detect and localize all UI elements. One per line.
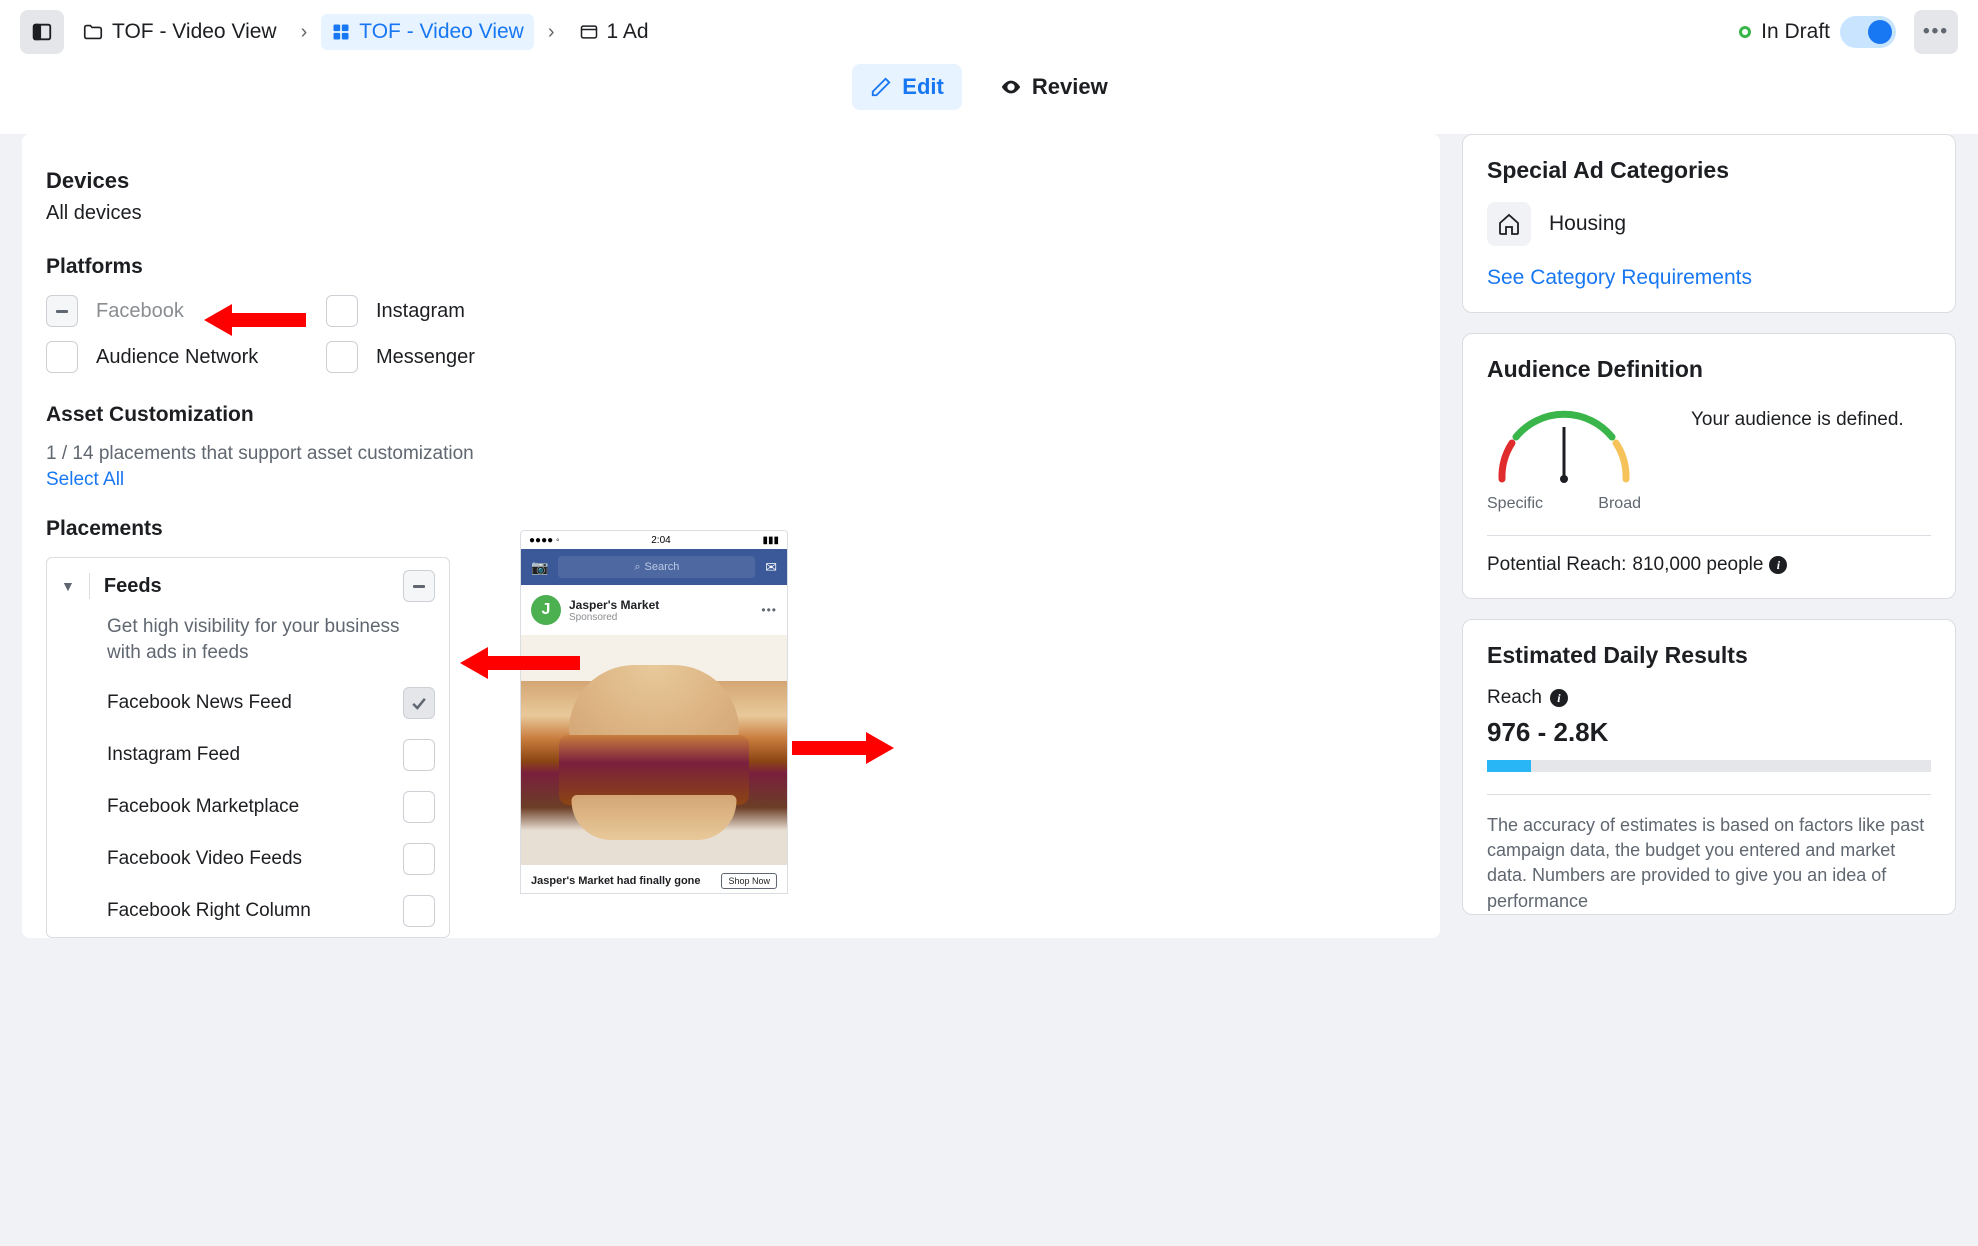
publish-toggle[interactable] [1840,16,1896,48]
grid-icon [331,22,351,42]
special-categories-card: Special Ad Categories Housing See Catego… [1462,134,1956,313]
tab-edit[interactable]: Edit [852,64,962,110]
preview-more-icon: ••• [761,603,777,617]
eye-icon [1000,76,1022,98]
status-dot-icon [1739,26,1751,38]
breadcrumb: TOF - Video View › TOF - Video View › 1 … [20,10,1958,54]
category-requirements-link[interactable]: See Category Requirements [1487,266,1752,289]
results-title: Estimated Daily Results [1487,642,1931,669]
asset-desc: 1 / 14 placements that support asset cus… [46,443,1416,465]
checkbox-facebook[interactable] [46,295,78,327]
placements-box: ▼ Feeds Get high visibility for your bus… [46,557,450,938]
breadcrumb-adset-label: TOF - Video View [359,20,524,44]
caret-down-icon[interactable]: ▼ [61,578,75,594]
annotation-arrow [792,732,894,764]
reach-label: Reach [1487,687,1542,709]
checkbox-instagram[interactable] [326,295,358,327]
preview-page-name: Jasper's Market [569,598,753,612]
placement-fb-news-feed-label: Facebook News Feed [107,692,389,714]
tab-edit-label: Edit [902,74,944,100]
camera-icon: 📷 [531,559,548,576]
audience-title: Audience Definition [1487,356,1931,383]
devices-value: All devices [46,202,1416,225]
audience-definition-card: Audience Definition Specific [1462,333,1956,599]
reach-progress-bar [1487,760,1931,772]
preview-avatar: J [531,595,561,625]
breadcrumb-adset[interactable]: TOF - Video View [321,14,534,50]
preview-cta-button: Shop Now [721,873,777,889]
folder-icon [82,21,104,43]
annotation-arrow [204,304,306,336]
checkbox-fb-video-feeds[interactable] [403,843,435,875]
breadcrumb-campaign-label: TOF - Video View [112,20,277,44]
breadcrumb-ad[interactable]: 1 Ad [569,14,659,50]
potential-reach-value: 810,000 people [1632,554,1763,576]
checkbox-messenger[interactable] [326,341,358,373]
gauge-specific-label: Specific [1487,495,1543,513]
main-panel: Devices All devices Platforms Facebook I… [22,134,1440,938]
special-categories-title: Special Ad Categories [1487,157,1931,184]
select-all-link[interactable]: Select All [46,469,124,491]
audience-status-text: Your audience is defined. [1691,401,1904,433]
more-options-button[interactable]: ••• [1914,10,1958,54]
devices-title: Devices [46,168,1416,194]
checkbox-facebook-label: Facebook [96,300,184,323]
status-text: In Draft [1761,20,1830,44]
checkbox-audience-network[interactable] [46,341,78,373]
pencil-icon [870,76,892,98]
info-icon[interactable]: i [1769,556,1787,574]
ad-preview: ●●●● ◦2:04▮▮▮ 📷 ⌕Search ✉ J Jasper's Mar… [520,530,788,894]
results-disclaimer: The accuracy of estimates is based on fa… [1487,813,1931,914]
checkbox-messenger-label: Messenger [376,346,475,369]
checkbox-audience-network-label: Audience Network [96,346,258,369]
annotation-arrow [460,647,580,679]
chevron-right-icon: › [542,21,561,44]
ad-icon [579,22,599,42]
preview-sponsored: Sponsored [569,612,753,623]
feeds-title: Feeds [104,575,162,598]
checkbox-fb-right-column[interactable] [403,895,435,927]
status-group: In Draft [1739,16,1896,48]
toggle-sidebar-button[interactable] [20,10,64,54]
messenger-icon: ✉ [765,559,777,576]
checkbox-fb-news-feed[interactable] [403,687,435,719]
potential-reach-label: Potential Reach: [1487,554,1626,576]
preview-time: 2:04 [651,535,670,546]
platforms-title: Platforms [46,255,1416,279]
tab-review[interactable]: Review [982,64,1126,110]
gauge-broad-label: Broad [1598,495,1641,513]
chevron-right-icon: › [295,21,314,44]
info-icon[interactable]: i [1550,689,1568,707]
checkbox-instagram-label: Instagram [376,300,465,323]
placement-instagram-feed-label: Instagram Feed [107,744,389,766]
checkbox-fb-marketplace[interactable] [403,791,435,823]
feeds-desc: Get high visibility for your business wi… [47,614,449,677]
breadcrumb-ad-label: 1 Ad [607,20,649,44]
asset-title: Asset Customization [46,403,1416,427]
tab-review-label: Review [1032,74,1108,100]
preview-search: ⌕Search [558,556,755,578]
category-housing-label: Housing [1549,212,1626,236]
placement-fb-right-column-label: Facebook Right Column [107,900,389,922]
preview-headline: Jasper's Market had finally gone [531,875,701,887]
breadcrumb-campaign[interactable]: TOF - Video View [72,14,287,50]
checkbox-instagram-feed[interactable] [403,739,435,771]
checkbox-feeds-all[interactable] [403,570,435,602]
housing-icon [1487,202,1531,246]
estimated-results-card: Estimated Daily Results Reach i 976 - 2.… [1462,619,1956,915]
audience-gauge [1487,401,1641,489]
placement-fb-marketplace-label: Facebook Marketplace [107,796,389,818]
reach-value: 976 - 2.8K [1487,717,1931,748]
placement-fb-video-feeds-label: Facebook Video Feeds [107,848,389,870]
